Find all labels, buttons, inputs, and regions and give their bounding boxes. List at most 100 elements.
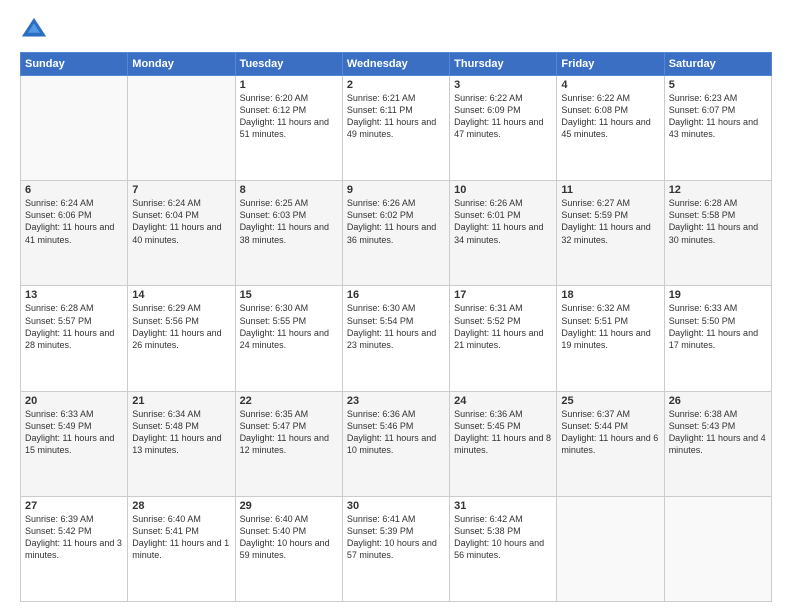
calendar-cell: 1Sunrise: 6:20 AM Sunset: 6:12 PM Daylig… [235, 76, 342, 181]
day-number: 1 [240, 79, 338, 91]
day-info: Sunrise: 6:40 AM Sunset: 5:40 PM Dayligh… [240, 513, 338, 562]
day-info: Sunrise: 6:24 AM Sunset: 6:04 PM Dayligh… [132, 197, 230, 246]
day-number: 12 [669, 184, 767, 196]
day-number: 15 [240, 289, 338, 301]
calendar-header-sunday: Sunday [21, 53, 128, 76]
day-info: Sunrise: 6:31 AM Sunset: 5:52 PM Dayligh… [454, 302, 552, 351]
calendar-cell: 18Sunrise: 6:32 AM Sunset: 5:51 PM Dayli… [557, 286, 664, 391]
day-info: Sunrise: 6:30 AM Sunset: 5:54 PM Dayligh… [347, 302, 445, 351]
calendar-cell: 19Sunrise: 6:33 AM Sunset: 5:50 PM Dayli… [664, 286, 771, 391]
day-info: Sunrise: 6:39 AM Sunset: 5:42 PM Dayligh… [25, 513, 123, 562]
day-number: 20 [25, 395, 123, 407]
logo [20, 16, 52, 44]
calendar-cell: 24Sunrise: 6:36 AM Sunset: 5:45 PM Dayli… [450, 391, 557, 496]
day-info: Sunrise: 6:30 AM Sunset: 5:55 PM Dayligh… [240, 302, 338, 351]
day-info: Sunrise: 6:22 AM Sunset: 6:08 PM Dayligh… [561, 92, 659, 141]
day-info: Sunrise: 6:26 AM Sunset: 6:01 PM Dayligh… [454, 197, 552, 246]
calendar-cell: 28Sunrise: 6:40 AM Sunset: 5:41 PM Dayli… [128, 496, 235, 601]
day-number: 27 [25, 500, 123, 512]
day-number: 11 [561, 184, 659, 196]
calendar-cell: 11Sunrise: 6:27 AM Sunset: 5:59 PM Dayli… [557, 181, 664, 286]
calendar-header-thursday: Thursday [450, 53, 557, 76]
day-number: 4 [561, 79, 659, 91]
day-info: Sunrise: 6:21 AM Sunset: 6:11 PM Dayligh… [347, 92, 445, 141]
calendar-week-1: 1Sunrise: 6:20 AM Sunset: 6:12 PM Daylig… [21, 76, 772, 181]
day-number: 24 [454, 395, 552, 407]
calendar-header-monday: Monday [128, 53, 235, 76]
day-number: 26 [669, 395, 767, 407]
day-info: Sunrise: 6:42 AM Sunset: 5:38 PM Dayligh… [454, 513, 552, 562]
calendar-header-friday: Friday [557, 53, 664, 76]
logo-icon [20, 16, 48, 44]
day-info: Sunrise: 6:36 AM Sunset: 5:46 PM Dayligh… [347, 408, 445, 457]
calendar-cell: 26Sunrise: 6:38 AM Sunset: 5:43 PM Dayli… [664, 391, 771, 496]
calendar-cell: 4Sunrise: 6:22 AM Sunset: 6:08 PM Daylig… [557, 76, 664, 181]
day-number: 21 [132, 395, 230, 407]
calendar-cell: 16Sunrise: 6:30 AM Sunset: 5:54 PM Dayli… [342, 286, 449, 391]
day-number: 18 [561, 289, 659, 301]
calendar-cell: 31Sunrise: 6:42 AM Sunset: 5:38 PM Dayli… [450, 496, 557, 601]
day-number: 30 [347, 500, 445, 512]
day-number: 16 [347, 289, 445, 301]
day-number: 7 [132, 184, 230, 196]
calendar-cell: 29Sunrise: 6:40 AM Sunset: 5:40 PM Dayli… [235, 496, 342, 601]
calendar-cell [128, 76, 235, 181]
day-info: Sunrise: 6:34 AM Sunset: 5:48 PM Dayligh… [132, 408, 230, 457]
day-info: Sunrise: 6:26 AM Sunset: 6:02 PM Dayligh… [347, 197, 445, 246]
day-number: 10 [454, 184, 552, 196]
calendar-cell: 23Sunrise: 6:36 AM Sunset: 5:46 PM Dayli… [342, 391, 449, 496]
day-info: Sunrise: 6:28 AM Sunset: 5:58 PM Dayligh… [669, 197, 767, 246]
day-number: 28 [132, 500, 230, 512]
day-number: 8 [240, 184, 338, 196]
day-info: Sunrise: 6:33 AM Sunset: 5:50 PM Dayligh… [669, 302, 767, 351]
calendar-cell [664, 496, 771, 601]
calendar-week-4: 20Sunrise: 6:33 AM Sunset: 5:49 PM Dayli… [21, 391, 772, 496]
day-number: 9 [347, 184, 445, 196]
day-info: Sunrise: 6:20 AM Sunset: 6:12 PM Dayligh… [240, 92, 338, 141]
day-info: Sunrise: 6:36 AM Sunset: 5:45 PM Dayligh… [454, 408, 552, 457]
calendar-cell [557, 496, 664, 601]
day-number: 3 [454, 79, 552, 91]
calendar-cell: 3Sunrise: 6:22 AM Sunset: 6:09 PM Daylig… [450, 76, 557, 181]
calendar-cell: 17Sunrise: 6:31 AM Sunset: 5:52 PM Dayli… [450, 286, 557, 391]
day-number: 6 [25, 184, 123, 196]
calendar-header-wednesday: Wednesday [342, 53, 449, 76]
day-info: Sunrise: 6:41 AM Sunset: 5:39 PM Dayligh… [347, 513, 445, 562]
day-info: Sunrise: 6:29 AM Sunset: 5:56 PM Dayligh… [132, 302, 230, 351]
calendar-cell: 13Sunrise: 6:28 AM Sunset: 5:57 PM Dayli… [21, 286, 128, 391]
calendar-cell: 30Sunrise: 6:41 AM Sunset: 5:39 PM Dayli… [342, 496, 449, 601]
calendar-cell: 25Sunrise: 6:37 AM Sunset: 5:44 PM Dayli… [557, 391, 664, 496]
day-info: Sunrise: 6:23 AM Sunset: 6:07 PM Dayligh… [669, 92, 767, 141]
day-number: 22 [240, 395, 338, 407]
calendar-cell: 2Sunrise: 6:21 AM Sunset: 6:11 PM Daylig… [342, 76, 449, 181]
page: SundayMondayTuesdayWednesdayThursdayFrid… [0, 0, 792, 612]
calendar-table: SundayMondayTuesdayWednesdayThursdayFrid… [20, 52, 772, 602]
calendar-cell: 5Sunrise: 6:23 AM Sunset: 6:07 PM Daylig… [664, 76, 771, 181]
day-number: 23 [347, 395, 445, 407]
day-number: 14 [132, 289, 230, 301]
calendar-cell: 20Sunrise: 6:33 AM Sunset: 5:49 PM Dayli… [21, 391, 128, 496]
calendar-cell: 12Sunrise: 6:28 AM Sunset: 5:58 PM Dayli… [664, 181, 771, 286]
day-info: Sunrise: 6:32 AM Sunset: 5:51 PM Dayligh… [561, 302, 659, 351]
day-number: 31 [454, 500, 552, 512]
calendar-cell: 14Sunrise: 6:29 AM Sunset: 5:56 PM Dayli… [128, 286, 235, 391]
day-info: Sunrise: 6:40 AM Sunset: 5:41 PM Dayligh… [132, 513, 230, 562]
calendar-cell: 10Sunrise: 6:26 AM Sunset: 6:01 PM Dayli… [450, 181, 557, 286]
calendar-cell [21, 76, 128, 181]
day-info: Sunrise: 6:22 AM Sunset: 6:09 PM Dayligh… [454, 92, 552, 141]
day-number: 5 [669, 79, 767, 91]
calendar-cell: 9Sunrise: 6:26 AM Sunset: 6:02 PM Daylig… [342, 181, 449, 286]
day-info: Sunrise: 6:25 AM Sunset: 6:03 PM Dayligh… [240, 197, 338, 246]
day-number: 29 [240, 500, 338, 512]
day-number: 19 [669, 289, 767, 301]
day-info: Sunrise: 6:33 AM Sunset: 5:49 PM Dayligh… [25, 408, 123, 457]
day-number: 17 [454, 289, 552, 301]
day-number: 13 [25, 289, 123, 301]
calendar-cell: 6Sunrise: 6:24 AM Sunset: 6:06 PM Daylig… [21, 181, 128, 286]
day-info: Sunrise: 6:37 AM Sunset: 5:44 PM Dayligh… [561, 408, 659, 457]
day-info: Sunrise: 6:24 AM Sunset: 6:06 PM Dayligh… [25, 197, 123, 246]
day-info: Sunrise: 6:28 AM Sunset: 5:57 PM Dayligh… [25, 302, 123, 351]
calendar-header-tuesday: Tuesday [235, 53, 342, 76]
header [20, 16, 772, 44]
calendar-cell: 27Sunrise: 6:39 AM Sunset: 5:42 PM Dayli… [21, 496, 128, 601]
